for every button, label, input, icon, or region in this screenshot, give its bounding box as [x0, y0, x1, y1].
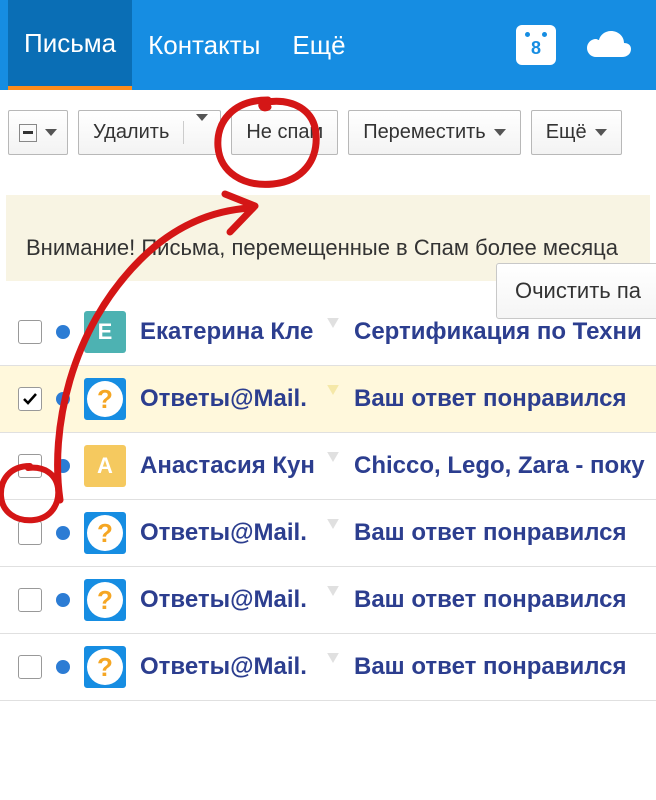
flag-icon — [326, 452, 340, 462]
sender-avatar: A — [84, 445, 126, 487]
mail-subject: Ваш ответ понравился — [354, 385, 627, 413]
chevron-down-icon — [595, 129, 607, 136]
flag-icon — [326, 519, 340, 529]
mail-row[interactable]: ? Ответы@Mail. Ваш ответ понравился — [0, 500, 656, 567]
unread-dot-icon — [56, 392, 70, 406]
unread-dot-icon — [56, 660, 70, 674]
not-spam-label: Не спам — [246, 121, 323, 144]
sender-avatar: E — [84, 311, 126, 353]
more-button[interactable]: Ещё — [531, 110, 622, 155]
select-dropdown[interactable] — [8, 110, 68, 155]
mail-row[interactable]: ? Ответы@Mail. Ваш ответ понравился — [0, 567, 656, 634]
mail-subject: Ваш ответ понравился — [354, 586, 627, 614]
top-nav: Письма Контакты Ещё 8 — [0, 0, 656, 90]
mail-subject: Сертификация по Техни — [354, 318, 642, 346]
spam-info-panel: Очистить па Внимание! Письма, перемещенн… — [6, 195, 650, 281]
unread-dot-icon — [56, 526, 70, 540]
clear-button[interactable]: Очистить па — [496, 263, 656, 319]
chevron-down-icon — [45, 129, 57, 136]
more-label: Ещё — [546, 121, 587, 144]
chevron-down-icon — [196, 114, 208, 143]
action-toolbar: Удалить Не спам Переместить Ещё — [0, 90, 656, 175]
mail-row[interactable]: A Анастасия Кун Chicco, Lego, Zara - поку — [0, 433, 656, 500]
mail-list: E Екатерина Кле Сертификация по Техни? Отве… — [0, 299, 656, 701]
nav-contacts[interactable]: Контакты — [132, 0, 276, 90]
mail-subject: Ваш ответ понравился — [354, 653, 627, 681]
mail-checkbox[interactable] — [18, 655, 42, 679]
flag-icon — [326, 586, 340, 596]
unread-dot-icon — [56, 593, 70, 607]
nav-mail[interactable]: Письма — [8, 0, 132, 90]
sender-name: Анастасия Кун — [140, 452, 340, 480]
mail-subject: Ваш ответ понравился — [354, 519, 627, 547]
cloud-icon[interactable] — [570, 29, 648, 61]
delete-label: Удалить — [93, 121, 184, 144]
unread-dot-icon — [56, 325, 70, 339]
flag-icon — [326, 318, 340, 328]
sender-avatar: ? — [84, 646, 126, 688]
mail-subject: Chicco, Lego, Zara - поку — [354, 452, 645, 480]
mail-checkbox[interactable] — [18, 521, 42, 545]
sender-name: Ответы@Mail. — [140, 586, 340, 614]
mail-checkbox[interactable] — [18, 454, 42, 478]
sender-avatar: ? — [84, 378, 126, 420]
sender-name: Ответы@Mail. — [140, 653, 340, 681]
mail-checkbox[interactable] — [18, 387, 42, 411]
flag-icon — [326, 385, 340, 395]
mail-row[interactable]: ? Ответы@Mail. Ваш ответ понравился — [0, 634, 656, 701]
partial-select-icon — [19, 124, 37, 142]
mail-checkbox[interactable] — [18, 588, 42, 612]
mail-checkbox[interactable] — [18, 320, 42, 344]
flag-icon — [326, 653, 340, 663]
sender-avatar: ? — [84, 579, 126, 621]
unread-dot-icon — [56, 459, 70, 473]
move-button[interactable]: Переместить — [348, 110, 521, 155]
warning-text: Внимание! Письма, перемещенные в Спам бо… — [26, 235, 630, 261]
nav-more[interactable]: Ещё — [276, 0, 361, 90]
sender-avatar: ? — [84, 512, 126, 554]
sender-name: Ответы@Mail. — [140, 385, 340, 413]
mail-row[interactable]: ? Ответы@Mail. Ваш ответ понравился — [0, 366, 656, 433]
sender-name: Екатерина Кле — [140, 318, 340, 346]
delete-button[interactable]: Удалить — [78, 110, 221, 155]
calendar-day: 8 — [531, 38, 541, 59]
move-label: Переместить — [363, 121, 486, 144]
calendar-icon[interactable]: 8 — [502, 25, 570, 65]
chevron-down-icon — [494, 129, 506, 136]
sender-name: Ответы@Mail. — [140, 519, 340, 547]
not-spam-button[interactable]: Не спам — [231, 110, 338, 155]
